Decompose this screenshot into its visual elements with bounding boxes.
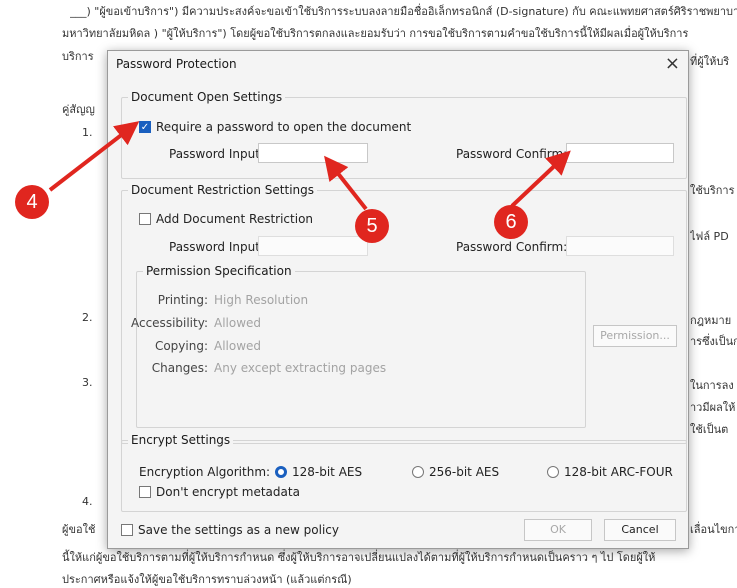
arrow-4 bbox=[48, 121, 140, 192]
annotation-marker-4: 4 bbox=[15, 185, 49, 219]
annotation-marker-5: 5 bbox=[355, 209, 389, 243]
arrow-6 bbox=[510, 150, 571, 208]
annotation-arrows bbox=[48, 121, 571, 211]
arrow-5 bbox=[324, 155, 368, 211]
annotation-marker-6: 6 bbox=[494, 205, 528, 239]
